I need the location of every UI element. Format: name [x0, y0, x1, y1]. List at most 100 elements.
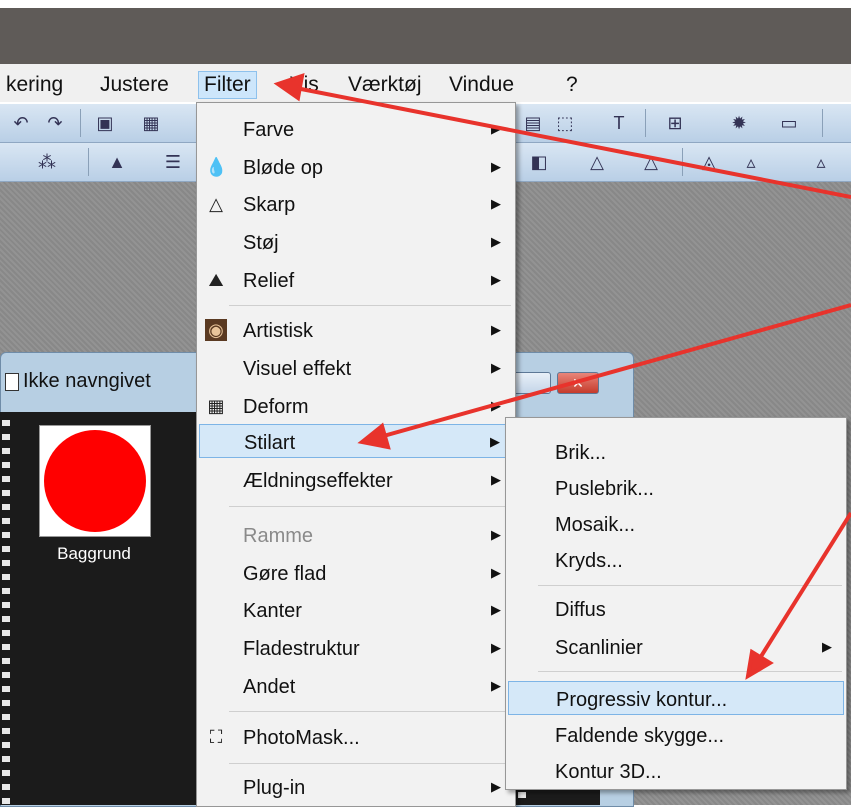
menubar: kering Justere Filter Vis Værktøj Vindue… [0, 64, 851, 102]
document-title: Ikke navngivet [23, 370, 151, 392]
toolbar-separator [88, 148, 89, 176]
submenu-arrow-icon: ▶ [491, 678, 501, 693]
app-titlebar [0, 8, 851, 64]
menu-item-label: Mosaik... [555, 514, 636, 536]
submenu-arrow-icon: ▶ [490, 434, 500, 449]
menu-item-label: PhotoMask... [243, 727, 360, 749]
menu-item-plug-in[interactable]: Plug-in ▶ [199, 770, 513, 804]
menu-item-stoej[interactable]: Støj ▶ [199, 225, 513, 259]
effect-icon[interactable]: ▵ [810, 151, 832, 173]
menu-item-progressiv-kontur[interactable]: Progressiv kontur... [508, 681, 844, 715]
menu-item-label: Faldende skygge... [555, 725, 724, 747]
submenu-arrow-icon: ▶ [491, 779, 501, 794]
relief-icon[interactable]: ◬ [698, 151, 720, 173]
layer-thumbnail[interactable] [39, 425, 151, 537]
menu-item-label: Støj [243, 232, 279, 254]
relief-icon: ⛰ [208, 270, 224, 290]
menu-item-label: Puslebrik... [555, 478, 654, 500]
menu-vis[interactable]: Vis [284, 71, 325, 99]
menu-item-fladestruktur[interactable]: Fladestruktur ▶ [199, 631, 513, 665]
submenu-arrow-icon: ▶ [491, 234, 501, 249]
menu-item-brik[interactable]: Brik... [508, 435, 844, 469]
menu-separator [538, 671, 842, 672]
image-icon[interactable]: ▣ [94, 112, 116, 134]
emboss-icon[interactable]: ▵ [740, 151, 762, 173]
menu-item-kontur-3d[interactable]: Kontur 3D... [508, 754, 844, 788]
menu-item-stilart[interactable]: Stilart ▶ [199, 424, 513, 458]
menu-item-label: Bløde op [243, 157, 324, 179]
document-icon [5, 373, 19, 391]
menu-item-label: Diffus [555, 599, 606, 621]
menu-filter[interactable]: Filter [198, 71, 257, 99]
text-tool-icon[interactable]: T [608, 112, 630, 134]
blur-icon[interactable]: △ [586, 151, 608, 173]
menu-separator [229, 305, 511, 306]
grid-icon: ▦ [207, 396, 225, 416]
layers-icon[interactable]: ⊞ [664, 112, 686, 134]
menu-item-diffus[interactable]: Diffus [508, 592, 844, 626]
menu-item-label: Andet [243, 676, 296, 698]
toolbar-separator [645, 109, 646, 137]
submenu-arrow-icon: ▶ [491, 360, 501, 375]
redo-icon[interactable]: ↷ [44, 112, 66, 134]
menu-separator [229, 506, 511, 507]
contrast-icon[interactable]: ◧ [528, 151, 550, 173]
menu-item-goere-flad[interactable]: Gøre flad ▶ [199, 556, 513, 590]
menu-item-label: Progressiv kontur... [556, 689, 728, 711]
menu-item-label: Kryds... [555, 550, 623, 572]
submenu-arrow-icon: ▶ [491, 527, 501, 542]
red-circle-image [44, 430, 146, 532]
menu-item-label: Kanter [243, 600, 302, 622]
menu-vindue[interactable]: Vindue [443, 71, 520, 99]
window-minimize-button[interactable] [511, 372, 551, 394]
submenu-arrow-icon: ▶ [491, 322, 501, 337]
color-picker-icon[interactable]: ⁂ [36, 151, 58, 173]
sliders-icon[interactable]: ☰ [162, 151, 184, 173]
menu-item-aeldningseffekter[interactable]: Ældningseffekter ▶ [199, 463, 513, 497]
menu-item-bloede-op[interactable]: 💧 Bløde op ▶ [199, 150, 513, 184]
menu-item-artistisk[interactable]: ◉ Artistisk ▶ [199, 313, 513, 347]
menu-item-kryds[interactable]: Kryds... [508, 543, 844, 577]
menu-item-label: Deform [243, 396, 309, 418]
window-close-button[interactable]: ✕ [557, 372, 599, 394]
menu-item-scanlinier[interactable]: Scanlinier ▶ [508, 630, 844, 664]
menu-item-label: Plug-in [243, 777, 306, 799]
toolbar-icon[interactable]: ↶ [10, 112, 32, 134]
menu-redigering[interactable]: kering [0, 71, 69, 99]
menu-item-mosaik[interactable]: Mosaik... [508, 507, 844, 541]
menu-item-kanter[interactable]: Kanter ▶ [199, 593, 513, 627]
menu-item-label: Fladestruktur [243, 638, 360, 660]
menu-help[interactable]: ? [560, 71, 584, 99]
image-copy-icon[interactable]: ▦ [140, 112, 162, 134]
photomask-icon: ⛶ [209, 727, 223, 747]
menu-item-visuel-effekt[interactable]: Visuel effekt ▶ [199, 351, 513, 385]
sharpen-icon[interactable]: △ [640, 151, 662, 173]
menu-item-deform[interactable]: ▦ Deform ▶ [199, 389, 513, 423]
menu-item-andet[interactable]: Andet ▶ [199, 669, 513, 703]
menu-item-puslebrik[interactable]: Puslebrik... [508, 471, 844, 505]
submenu-arrow-icon: ▶ [491, 272, 501, 287]
menu-separator [538, 585, 842, 586]
paste-icon[interactable]: ▤ [522, 112, 544, 134]
drop-icon: 💧 [205, 157, 228, 177]
menu-item-photomask[interactable]: ⛶ PhotoMask... [199, 720, 513, 754]
menu-item-skarp[interactable]: △ Skarp ▶ [199, 187, 513, 221]
menu-item-relief[interactable]: ⛰ Relief ▶ [199, 263, 513, 297]
menu-vaerktoej[interactable]: Værktøj [342, 71, 428, 99]
selection-icon[interactable]: ⬚ [554, 112, 576, 134]
submenu-arrow-icon: ▶ [491, 121, 501, 136]
menu-item-ramme[interactable]: Ramme ▶ [199, 518, 513, 552]
menu-separator [229, 763, 511, 764]
menu-item-farve[interactable]: Farve ▶ [199, 112, 513, 146]
menu-item-faldende-skygge[interactable]: Faldende skygge... [508, 718, 844, 752]
submenu-arrow-icon: ▶ [491, 398, 501, 413]
window-icon[interactable]: ▭ [778, 112, 800, 134]
layer-label: Baggrund [57, 544, 131, 563]
menu-item-label: Relief [243, 270, 295, 292]
levels-icon[interactable]: ▲ [106, 151, 128, 173]
gear-icon[interactable]: ✹ [728, 112, 750, 134]
menu-item-label: Kontur 3D... [555, 761, 662, 783]
menu-item-label: Visuel effekt [243, 358, 352, 380]
stilart-submenu: Brik... Puslebrik... Mosaik... Kryds... … [505, 417, 847, 790]
menu-justere[interactable]: Justere [94, 71, 175, 99]
